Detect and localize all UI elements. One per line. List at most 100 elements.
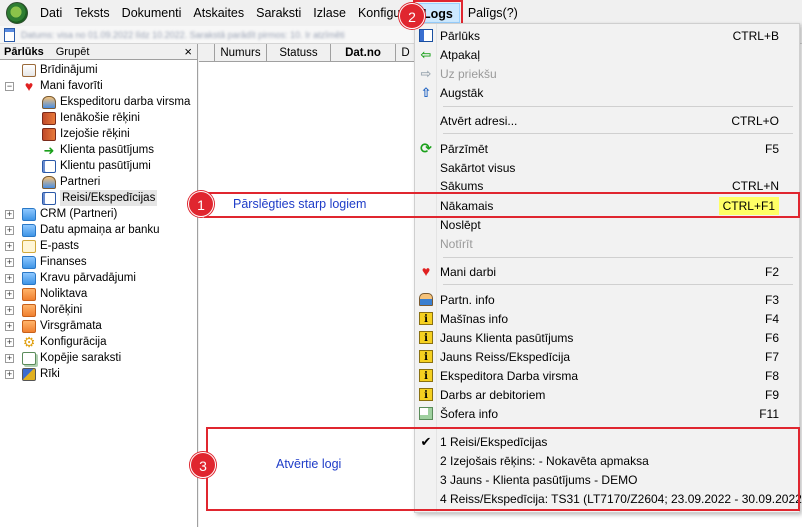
expand-icon[interactable]: +: [5, 242, 14, 251]
forward-arrow-icon: ⇨: [420, 66, 432, 81]
orange-folder-icon: [22, 303, 36, 317]
annotation-text-1: Pārslēgties starp logiem: [233, 197, 367, 211]
sidebar-tabs: Pārlūks Grupēt ×: [0, 44, 197, 60]
menu-atskaites[interactable]: Atskaites: [187, 3, 250, 23]
tree-item-finanses[interactable]: Finanses: [22, 254, 87, 270]
collapse-icon[interactable]: −: [5, 82, 14, 91]
heart-icon: ♥: [421, 263, 431, 279]
tools-icon: [22, 367, 36, 381]
menu-item-jauns-reiss[interactable]: i Jauns Reiss/Ekspedīcija F7: [415, 347, 799, 366]
menu-saraksti[interactable]: Saraksti: [250, 3, 307, 23]
back-arrow-icon: ⇦: [420, 47, 432, 62]
document-icon[interactable]: [4, 27, 15, 42]
expand-icon[interactable]: +: [5, 274, 14, 283]
tree-item-datu-apmaina[interactable]: Datu apmaiņa ar banku: [22, 222, 160, 238]
info-icon: i: [419, 369, 433, 382]
tree-item-kravu-parvadajumi[interactable]: Kravu pārvadājumi: [22, 270, 136, 286]
menu-separator: [443, 133, 793, 134]
menu-teksts[interactable]: Teksts: [68, 3, 115, 23]
tree-item-mani-favoriti[interactable]: ♥ Mani favorīti: [22, 78, 103, 94]
tree-item-norekini[interactable]: Norēķini: [22, 302, 82, 318]
menu-dokumenti[interactable]: Dokumenti: [116, 3, 188, 23]
menu-item-sakartot-visus[interactable]: Sakārtot visus: [415, 158, 799, 177]
info-icon: i: [419, 388, 433, 401]
info-icon: i: [419, 350, 433, 363]
up-arrow-icon: ⇧: [420, 85, 432, 100]
tree-item-reisi-ekspedicijas[interactable]: Reisi/Ekspedīcijas: [42, 190, 158, 206]
menu-dati[interactable]: Dati: [34, 3, 68, 23]
grid-row-selector-header: [199, 44, 215, 62]
expand-icon[interactable]: +: [5, 226, 14, 235]
menu-item-ekspeditora-darba-virsma[interactable]: i Ekspeditora Darba virsma F8: [415, 366, 799, 385]
menu-item-darbs-ar-debitoriem[interactable]: i Darbs ar debitoriem F9: [415, 385, 799, 404]
menu-item-partn-info[interactable]: Partn. info F3: [415, 290, 799, 309]
menu-paligs[interactable]: Palīgs(?): [462, 3, 524, 23]
menu-item-parluks[interactable]: Pārlūks CTRL+B: [415, 26, 799, 45]
tree-item-noliktava[interactable]: Noliktava: [22, 286, 87, 302]
column-statuss[interactable]: Statuss: [267, 44, 331, 62]
driver-icon: [419, 407, 433, 420]
menu-item-notirit[interactable]: Notīrīt: [415, 234, 799, 253]
annotation-badge-1: 1: [188, 191, 214, 217]
expand-icon[interactable]: +: [5, 370, 14, 379]
gear-icon: ⚙: [22, 333, 36, 350]
app-logo-icon[interactable]: [6, 2, 28, 24]
column-numurs[interactable]: Numurs: [215, 44, 267, 62]
menu-item-mani-darbi[interactable]: ♥ Mani darbi F2: [415, 262, 799, 281]
tree-item-e-pasts[interactable]: E-pasts: [22, 238, 79, 254]
menu-separator: [443, 284, 793, 285]
browser-icon: [419, 29, 433, 42]
menu-item-sofera-info[interactable]: Šofera info F11: [415, 404, 799, 423]
person-icon: [42, 175, 56, 189]
menu-item-jauns-klienta-pasutijums[interactable]: i Jauns Klienta pasūtījums F6: [415, 328, 799, 347]
expand-icon[interactable]: +: [5, 210, 14, 219]
column-d[interactable]: D: [396, 44, 416, 62]
orange-folder-icon: [22, 287, 36, 301]
person-icon: [419, 293, 433, 306]
tree-item-ekspeditoru-darba-virsma[interactable]: Ekspeditoru darba virsma: [42, 94, 190, 110]
menu-izlase[interactable]: Izlase: [307, 3, 352, 23]
orange-folder-icon: [22, 319, 36, 333]
expand-icon[interactable]: +: [5, 322, 14, 331]
mail-icon: [22, 239, 36, 253]
folder-icon: [22, 223, 36, 237]
person-icon: [42, 95, 56, 109]
tree-item-kopejie-saraksti[interactable]: Kopējie saraksti: [22, 350, 121, 366]
document-icon: [42, 159, 56, 173]
folder-icon: [22, 271, 36, 285]
folder-icon: [22, 255, 36, 269]
refresh-icon: ⟳: [420, 140, 432, 156]
tree-item-riki[interactable]: Rīki: [22, 366, 60, 382]
expand-icon[interactable]: +: [5, 290, 14, 299]
tree-item-klientu-pasutijumi[interactable]: Klientu pasūtījumi: [42, 158, 151, 174]
menu-separator: [443, 257, 793, 258]
close-icon[interactable]: ×: [184, 44, 192, 59]
menu-item-atpakal[interactable]: ⇦ Atpakaļ: [415, 45, 799, 64]
menu-separator: [443, 106, 793, 107]
tree-item-izejosie-rekini[interactable]: Izejošie rēķini: [42, 126, 130, 142]
menu-item-atvert-adresi[interactable]: Atvērt adresi... CTRL+O: [415, 111, 799, 130]
tree-item-bridinajumi[interactable]: Brīdinājumi: [22, 62, 98, 78]
tree-item-klienta-pasutijums[interactable]: ➜ Klienta pasūtījums: [42, 142, 154, 158]
column-dat-no[interactable]: Dat.no: [331, 44, 396, 62]
expand-icon[interactable]: +: [5, 306, 14, 315]
expand-icon[interactable]: +: [5, 258, 14, 267]
annotation-badge-2: 2: [399, 3, 425, 29]
tree-item-konfiguracija[interactable]: ⚙ Konfigurācija: [22, 333, 107, 350]
menu-item-augstak[interactable]: ⇧ Augstāk: [415, 83, 799, 102]
tree-item-crm[interactable]: CRM (Partneri): [22, 206, 117, 222]
menu-item-uz-prieksu[interactable]: ⇨ Uz priekšu: [415, 64, 799, 83]
copy-icon: [22, 351, 36, 365]
menu-item-parzimet[interactable]: ⟳ Pārzīmēt F5: [415, 139, 799, 158]
heart-icon: ♥: [24, 77, 34, 94]
tab-grupet[interactable]: Grupēt: [52, 46, 98, 58]
tree-item-virsgramata[interactable]: Virsgrāmata: [22, 318, 102, 334]
expand-icon[interactable]: +: [5, 354, 14, 363]
expand-icon[interactable]: +: [5, 338, 14, 347]
filter-info-text: Datums: visa no 01.09.2022 līdz 10.2022.…: [21, 29, 345, 40]
tree-item-ienakosie-rekini[interactable]: Ienākošie rēķini: [42, 110, 140, 126]
tree-item-partneri[interactable]: Partneri: [42, 174, 100, 190]
folder-icon: [22, 207, 36, 221]
tab-parluks[interactable]: Pārlūks: [0, 46, 52, 58]
menu-item-masinas-info[interactable]: i Mašīnas info F4: [415, 309, 799, 328]
